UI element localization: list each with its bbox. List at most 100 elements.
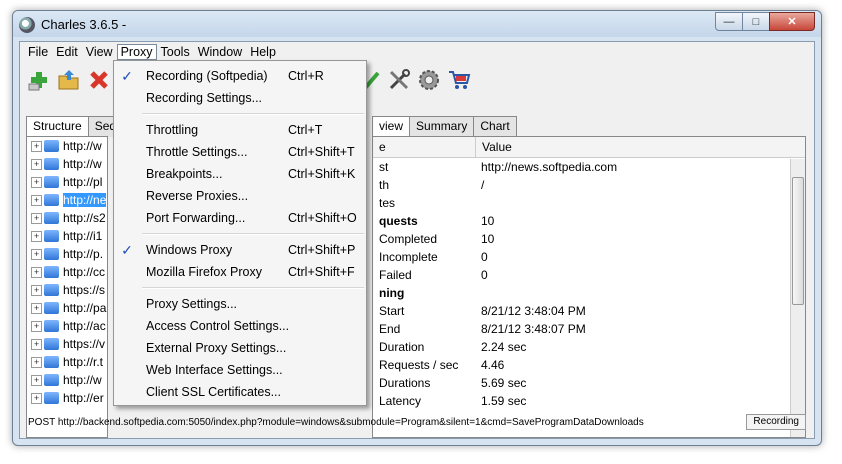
checkmark-icon: ✓ bbox=[121, 241, 133, 258]
checkmark-icon: ✓ bbox=[121, 67, 133, 84]
menu-window[interactable]: Window bbox=[194, 44, 246, 60]
proxy-menu-item[interactable]: Port Forwarding... Ctrl+Shift+O bbox=[114, 207, 366, 229]
table-row[interactable]: Completed 10 bbox=[373, 230, 805, 248]
title-bar[interactable]: Charles 3.6.5 - — □ ✕ bbox=[13, 11, 821, 37]
tree-row[interactable]: + http://i1 bbox=[27, 227, 107, 245]
compose-button[interactable] bbox=[446, 67, 472, 93]
proxy-menu-item[interactable]: Access Control Settings... bbox=[114, 315, 366, 337]
row-name: Latency bbox=[379, 394, 422, 408]
structure-tree[interactable]: + http://w + http://w + http://pl + http://ne + h… bbox=[26, 136, 108, 438]
tree-row[interactable]: + http://ne bbox=[27, 191, 107, 209]
new-session-button[interactable] bbox=[26, 67, 52, 93]
tab-summary[interactable]: Summary bbox=[409, 116, 475, 137]
scrollbar-thumb[interactable] bbox=[792, 177, 804, 305]
table-row[interactable]: quests 10 bbox=[373, 212, 805, 230]
tab-structure[interactable]: Structure bbox=[26, 116, 89, 137]
expand-icon[interactable]: + bbox=[31, 320, 42, 332]
expand-icon[interactable]: + bbox=[31, 158, 42, 170]
proxy-menu-item[interactable]: External Proxy Settings... bbox=[114, 337, 366, 359]
minimize-button[interactable]: — bbox=[715, 12, 743, 31]
menu-help[interactable]: Help bbox=[246, 44, 280, 60]
proxy-menu-item[interactable]: Proxy Settings... bbox=[114, 293, 366, 315]
menu-item-label: Proxy Settings... bbox=[146, 297, 238, 311]
expand-icon[interactable]: + bbox=[31, 176, 42, 188]
tree-row[interactable]: + http://w bbox=[27, 371, 107, 389]
row-value: 8/21/12 3:48:04 PM bbox=[481, 304, 586, 318]
table-row[interactable]: st http://news.softpedia.com bbox=[373, 158, 805, 176]
menu-proxy[interactable]: Proxy bbox=[116, 44, 157, 60]
settings-button[interactable] bbox=[416, 67, 442, 93]
open-button[interactable] bbox=[56, 67, 82, 93]
expand-icon[interactable]: + bbox=[31, 266, 42, 278]
tree-row[interactable]: + http://pl bbox=[27, 173, 107, 191]
proxy-menu-item[interactable]: Client SSL Certificates... bbox=[114, 381, 366, 403]
tools-button[interactable] bbox=[386, 67, 412, 93]
tab-chart[interactable]: Chart bbox=[473, 116, 517, 137]
name-column-header[interactable]: e bbox=[373, 140, 475, 154]
tree-row[interactable]: + http://r.t bbox=[27, 353, 107, 371]
table-row[interactable]: tes bbox=[373, 194, 805, 212]
expand-icon[interactable]: + bbox=[31, 248, 42, 260]
expand-icon[interactable]: + bbox=[31, 338, 42, 350]
close-button[interactable]: ✕ bbox=[769, 12, 815, 31]
maximize-button[interactable]: □ bbox=[742, 12, 770, 31]
table-row[interactable]: Durations 5.69 sec bbox=[373, 374, 805, 392]
tab-view[interactable]: view bbox=[372, 116, 411, 137]
row-name: Failed bbox=[379, 268, 412, 282]
tree-label: http://s2 bbox=[63, 211, 106, 225]
tree-row[interactable]: + http://pa bbox=[27, 299, 107, 317]
table-row[interactable]: Requests / sec 4.46 bbox=[373, 356, 805, 374]
expand-icon[interactable]: + bbox=[31, 302, 42, 314]
table-row[interactable]: Incomplete 0 bbox=[373, 248, 805, 266]
menu-tools[interactable]: Tools bbox=[157, 44, 194, 60]
tree-row[interactable]: + http://s2 bbox=[27, 209, 107, 227]
proxy-menu-item[interactable]: ✓ Windows Proxy Ctrl+Shift+P bbox=[114, 239, 366, 261]
tree-row[interactable]: + http://cc bbox=[27, 263, 107, 281]
proxy-menu-item[interactable]: Web Interface Settings... bbox=[114, 359, 366, 381]
proxy-menu-item[interactable]: ✓ Recording (Softpedia) Ctrl+R bbox=[114, 65, 366, 87]
tree-label: http://pl bbox=[63, 175, 103, 189]
table-row[interactable]: ning bbox=[373, 284, 805, 302]
vertical-scrollbar[interactable] bbox=[790, 159, 805, 437]
menu-item-shortcut: Ctrl+Shift+F bbox=[288, 265, 355, 279]
menu-bar: File Edit View Proxy Tools Window Help bbox=[20, 42, 814, 62]
table-row[interactable]: Duration 2.24 sec bbox=[373, 338, 805, 356]
tree-label: http://i1 bbox=[63, 229, 103, 243]
folder-icon bbox=[44, 140, 59, 152]
table-row[interactable]: Latency 1.59 sec bbox=[373, 392, 805, 410]
menu-edit[interactable]: Edit bbox=[52, 44, 82, 60]
tree-row[interactable]: + http://ac bbox=[27, 317, 107, 335]
tree-row[interactable]: + http://p. bbox=[27, 245, 107, 263]
value-column-header[interactable]: Value bbox=[475, 137, 512, 157]
recording-status-button[interactable]: Recording bbox=[746, 414, 806, 430]
proxy-menu-item[interactable]: Recording Settings... bbox=[114, 87, 366, 109]
proxy-menu-item[interactable]: Reverse Proxies... bbox=[114, 185, 366, 207]
tree-row[interactable]: + http://w bbox=[27, 137, 107, 155]
menu-view[interactable]: View bbox=[82, 44, 117, 60]
expand-icon[interactable]: + bbox=[31, 140, 42, 152]
menu-item-label: Windows Proxy bbox=[146, 243, 233, 257]
table-row[interactable]: th / bbox=[373, 176, 805, 194]
tree-row[interactable]: + http://er bbox=[27, 389, 107, 407]
delete-button[interactable] bbox=[86, 67, 112, 93]
table-row[interactable]: End 8/21/12 3:48:07 PM bbox=[373, 320, 805, 338]
tree-row[interactable]: + http://w bbox=[27, 155, 107, 173]
table-row[interactable]: Failed 0 bbox=[373, 266, 805, 284]
expand-icon[interactable]: + bbox=[31, 356, 42, 368]
proxy-menu-item[interactable]: Mozilla Firefox Proxy Ctrl+Shift+F bbox=[114, 261, 366, 283]
expand-icon[interactable]: + bbox=[31, 284, 42, 296]
expand-icon[interactable]: + bbox=[31, 212, 42, 224]
expand-icon[interactable]: + bbox=[31, 374, 42, 386]
expand-icon[interactable]: + bbox=[31, 230, 42, 242]
menu-item-label: Throttling bbox=[146, 123, 199, 137]
proxy-menu-item[interactable]: Throttling Ctrl+T bbox=[114, 119, 366, 141]
tree-row[interactable]: + https://v bbox=[27, 335, 107, 353]
proxy-menu-item[interactable]: Breakpoints... Ctrl+Shift+K bbox=[114, 163, 366, 185]
proxy-menu-item[interactable]: Throttle Settings... Ctrl+Shift+T bbox=[114, 141, 366, 163]
table-row[interactable]: Start 8/21/12 3:48:04 PM bbox=[373, 302, 805, 320]
expand-icon[interactable]: + bbox=[31, 392, 42, 404]
menu-separator bbox=[142, 113, 364, 115]
expand-icon[interactable]: + bbox=[31, 194, 42, 206]
menu-file[interactable]: File bbox=[24, 44, 52, 60]
tree-row[interactable]: + https://s bbox=[27, 281, 107, 299]
